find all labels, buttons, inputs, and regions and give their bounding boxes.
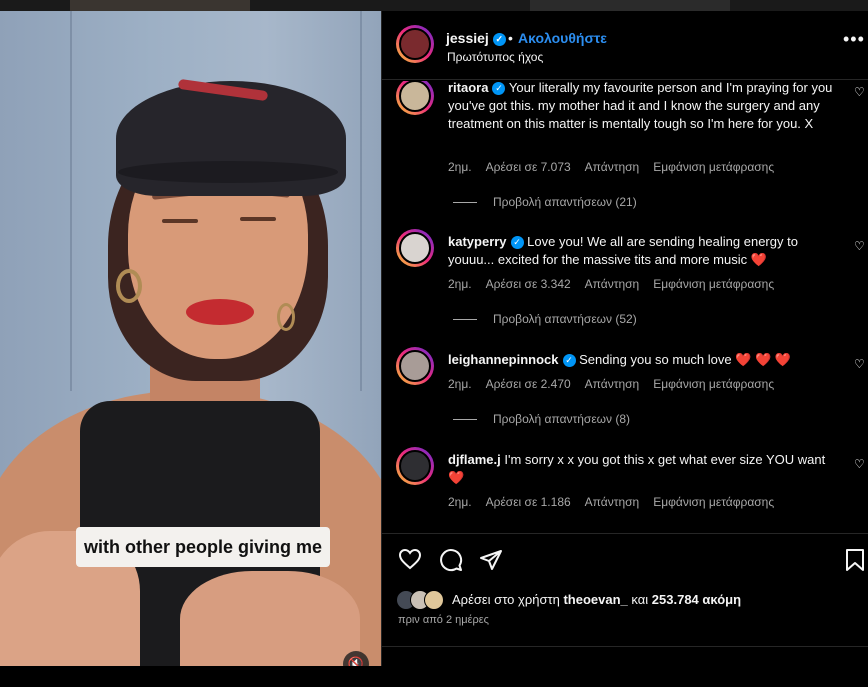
show-translation-button[interactable]: Εμφάνιση μετάφρασης: [653, 160, 774, 174]
verified-icon: ✓: [492, 32, 506, 46]
likes-prefix: Αρέσει στο χρήστη: [452, 592, 560, 607]
video-caption: with other people giving me: [76, 527, 331, 567]
show-translation-button[interactable]: Εμφάνιση μετάφρασης: [653, 495, 774, 509]
comment-username[interactable]: leighannepinnock: [448, 352, 559, 367]
verified-icon: ✓: [492, 82, 506, 96]
post-side-panel: jessiej ✓ • Ακολουθήστε Πρωτότυπος ήχος •…: [381, 11, 868, 667]
add-comment-bar[interactable]: [382, 646, 868, 687]
earring-right: [277, 303, 295, 331]
comment-likes[interactable]: Αρέσει σε 7.073: [486, 160, 571, 174]
commenter-avatar[interactable]: [396, 81, 434, 115]
comment-like-icon[interactable]: ♡: [854, 85, 865, 99]
person-lips: [186, 299, 254, 325]
heart-emoji: ❤️: [750, 252, 767, 267]
comment-time: 2ημ.: [448, 160, 472, 174]
view-replies-label: Προβολή απαντήσεων (21): [493, 195, 637, 209]
comment-likes[interactable]: Αρέσει σε 3.342: [486, 277, 571, 291]
likes-mid: και: [631, 592, 649, 607]
comment-username[interactable]: djflame.j: [448, 452, 501, 467]
heart-emoji: ❤️: [448, 470, 465, 485]
comment-username[interactable]: katyperry: [448, 234, 507, 249]
comment-like-icon[interactable]: ♡: [854, 457, 865, 471]
comment-time: 2ημ.: [448, 277, 472, 291]
more-options-icon[interactable]: •••: [843, 29, 865, 50]
view-replies-button[interactable]: Προβολή απαντήσεων (8): [453, 412, 630, 426]
view-replies-label: Προβολή απαντήσεων (52): [493, 312, 637, 326]
audio-label[interactable]: Πρωτότυπος ήχος: [447, 50, 543, 64]
bookmark-icon[interactable]: [845, 548, 865, 578]
likes-count[interactable]: 253.784 ακόμη: [652, 592, 741, 607]
heart-emoji: ❤️ ❤️ ❤️: [735, 352, 792, 367]
reply-button[interactable]: Απάντηση: [585, 277, 640, 291]
author-username[interactable]: jessiej: [446, 30, 489, 46]
comment-likes[interactable]: Αρέσει σε 2.470: [486, 377, 571, 391]
view-replies-button[interactable]: Προβολή απαντήσεων (21): [453, 195, 637, 209]
earring-left: [116, 269, 142, 303]
verified-icon: ✓: [562, 354, 576, 368]
likes-summary[interactable]: Αρέσει στο χρήστη theoevan_ και 253.784 …: [452, 592, 741, 607]
verified-icon: ✓: [510, 236, 524, 250]
liker-username[interactable]: theoevan_: [563, 592, 627, 607]
commenter-avatar[interactable]: [396, 447, 434, 485]
comment-username[interactable]: ritaora: [448, 80, 488, 95]
post-time: πριν από 2 ημέρες: [398, 614, 489, 626]
follow-button[interactable]: Ακολουθήστε: [518, 30, 607, 46]
commenter-avatar[interactable]: [396, 347, 434, 385]
comment-time: 2ημ.: [448, 495, 472, 509]
author-avatar[interactable]: [396, 25, 434, 63]
commenter-avatar[interactable]: [396, 229, 434, 267]
reel-video[interactable]: with other people giving me 🔇: [0, 11, 381, 666]
browser-top-strip: [0, 0, 868, 11]
share-icon[interactable]: [479, 548, 503, 578]
show-translation-button[interactable]: Εμφάνιση μετάφρασης: [653, 377, 774, 391]
post-actions-bar: Αρέσει στο χρήστη theoevan_ και 253.784 …: [382, 533, 868, 667]
post-header: jessiej ✓ • Ακολουθήστε Πρωτότυπος ήχος •…: [382, 11, 868, 80]
comment-icon[interactable]: [439, 548, 463, 578]
comment-time: 2ημ.: [448, 377, 472, 391]
view-replies-label: Προβολή απαντήσεων (8): [493, 412, 631, 426]
heart-icon[interactable]: [398, 548, 422, 576]
separator-dot: •: [508, 30, 513, 46]
reply-button[interactable]: Απάντηση: [585, 160, 640, 174]
comment-likes[interactable]: Αρέσει σε 1.186: [486, 495, 571, 509]
comment-like-icon[interactable]: ♡: [854, 357, 865, 371]
comment-text: Your literally my favourite person and I…: [448, 80, 833, 131]
reply-button[interactable]: Απάντηση: [585, 495, 640, 509]
view-replies-button[interactable]: Προβολή απαντήσεων (52): [453, 312, 637, 326]
hand-right: [180, 571, 360, 666]
show-translation-button[interactable]: Εμφάνιση μετάφρασης: [653, 277, 774, 291]
comment-text: I'm sorry x x you got this x get what ev…: [504, 452, 826, 467]
reply-button[interactable]: Απάντηση: [585, 377, 640, 391]
comment-text: Sending you so much love: [579, 352, 736, 367]
liker-avatars[interactable]: [396, 590, 450, 610]
comment-like-icon[interactable]: ♡: [854, 239, 865, 253]
